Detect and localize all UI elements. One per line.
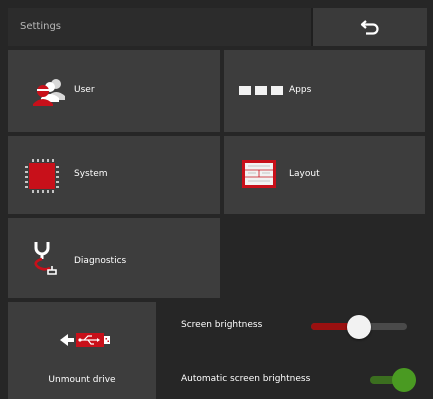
tile-apps[interactable]: Apps bbox=[224, 50, 425, 132]
screen-brightness-slider[interactable] bbox=[311, 315, 407, 339]
page-title: Settings bbox=[20, 21, 62, 32]
screen-brightness-label: Screen brightness bbox=[181, 320, 263, 330]
tile-system-label: System bbox=[74, 169, 108, 179]
tile-diagnostics-label: Diagnostics bbox=[74, 256, 127, 266]
user-icon bbox=[33, 79, 65, 106]
auto-brightness-toggle[interactable] bbox=[370, 368, 416, 392]
header-bar: Settings bbox=[8, 8, 427, 46]
back-arrow-icon bbox=[360, 20, 379, 35]
tile-user-label: User bbox=[74, 85, 95, 95]
tile-diagnostics[interactable]: Diagnostics bbox=[8, 218, 220, 298]
tile-layout[interactable]: Layout bbox=[224, 136, 425, 214]
auto-brightness-label: Automatic screen brightness bbox=[181, 374, 311, 384]
system-chip-icon bbox=[25, 159, 59, 193]
tile-layout-label: Layout bbox=[289, 169, 320, 179]
back-button[interactable] bbox=[311, 8, 427, 46]
apps-icon bbox=[239, 86, 283, 95]
usb-unmount-icon bbox=[60, 333, 110, 347]
tile-system[interactable]: System bbox=[8, 136, 220, 214]
unmount-drive-label: Unmount drive bbox=[48, 375, 116, 385]
layout-icon bbox=[242, 160, 276, 188]
diagnostics-icon bbox=[34, 242, 57, 275]
slider-thumb[interactable] bbox=[347, 315, 371, 339]
tile-user[interactable]: User bbox=[8, 50, 220, 132]
unmount-drive-button[interactable]: Unmount drive bbox=[8, 302, 156, 399]
tile-apps-label: Apps bbox=[289, 85, 312, 95]
toggle-knob bbox=[392, 368, 416, 392]
